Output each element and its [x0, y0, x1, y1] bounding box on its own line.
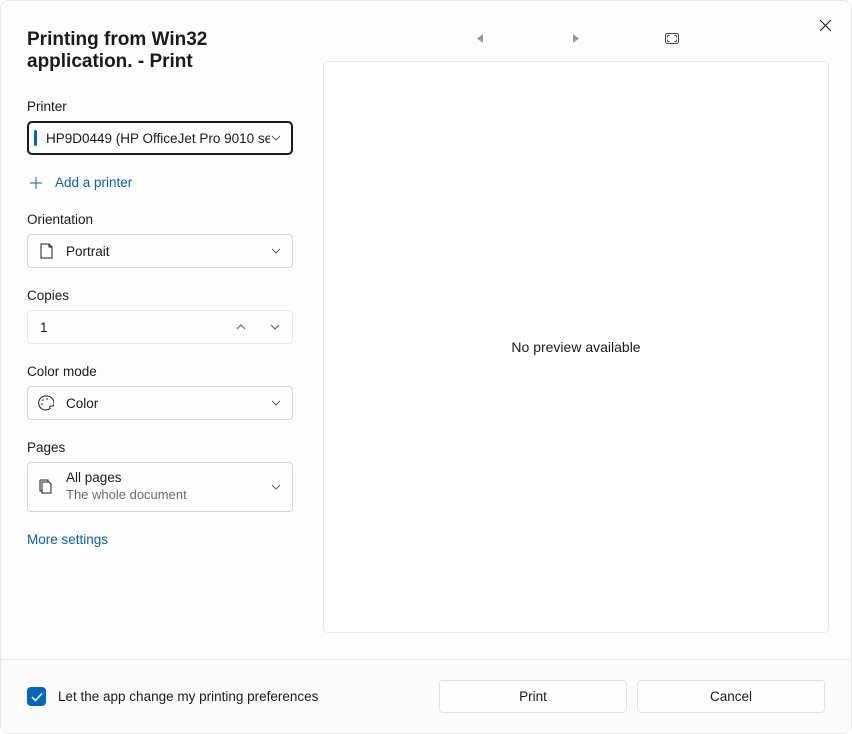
- copies-input[interactable]: 1: [27, 310, 293, 344]
- palette-icon: [38, 395, 54, 411]
- chevron-down-icon: [270, 481, 282, 493]
- orientation-label: Orientation: [27, 212, 293, 227]
- chevron-down-icon: [270, 397, 282, 409]
- preview-fullscreen-button[interactable]: [660, 26, 684, 50]
- print-button[interactable]: Print: [439, 680, 627, 713]
- preferences-checkbox[interactable]: [27, 687, 46, 706]
- add-printer-label: Add a printer: [55, 175, 132, 190]
- printer-section: Printer HP9D0449 (HP OfficeJet Pro 9010 …: [27, 99, 293, 190]
- dialog-footer: Let the app change my printing preferenc…: [1, 659, 851, 733]
- copies-label: Copies: [27, 288, 293, 303]
- close-icon: [819, 19, 832, 32]
- orientation-dropdown[interactable]: Portrait: [27, 234, 293, 268]
- chevron-down-icon: [270, 245, 282, 257]
- color-mode-label: Color mode: [27, 364, 293, 379]
- copies-decrement[interactable]: [258, 311, 292, 343]
- preferences-checkbox-label: Let the app change my printing preferenc…: [58, 689, 318, 704]
- pages-section: Pages All pages The whole document: [27, 440, 293, 512]
- color-mode-section: Color mode Color: [27, 364, 293, 420]
- add-printer-link[interactable]: Add a printer: [27, 175, 293, 190]
- triangle-left-icon: [476, 34, 484, 43]
- pages-icon: [38, 479, 54, 495]
- preferences-checkbox-container: Let the app change my printing preferenc…: [27, 687, 439, 706]
- chevron-down-icon: [270, 324, 280, 330]
- close-button[interactable]: [813, 13, 837, 37]
- preview-prev-button[interactable]: [468, 26, 492, 50]
- preview-panel: No preview available: [319, 1, 851, 659]
- plus-icon: [29, 176, 43, 190]
- triangle-right-icon: [572, 34, 580, 43]
- copies-increment[interactable]: [224, 311, 258, 343]
- cancel-button[interactable]: Cancel: [637, 680, 825, 713]
- color-mode-dropdown[interactable]: Color: [27, 386, 293, 420]
- pages-label: Pages: [27, 440, 293, 455]
- pages-sub: The whole document: [66, 487, 270, 503]
- dialog-body: Printing from Win32 application. - Print…: [1, 1, 851, 659]
- pages-value: All pages: [66, 470, 270, 487]
- orientation-section: Orientation Portrait: [27, 212, 293, 268]
- preview-empty-text: No preview available: [511, 339, 640, 355]
- printer-selected-value: HP9D0449 (HP OfficeJet Pro 9010 se: [46, 131, 270, 146]
- checkmark-icon: [31, 692, 43, 702]
- chevron-up-icon: [236, 324, 246, 330]
- chevron-down-icon: [270, 132, 282, 144]
- footer-buttons: Print Cancel: [439, 680, 825, 713]
- printer-dropdown[interactable]: HP9D0449 (HP OfficeJet Pro 9010 se: [27, 121, 293, 155]
- copies-value: 1: [28, 320, 224, 335]
- pages-dropdown[interactable]: All pages The whole document: [27, 462, 293, 512]
- more-settings-link[interactable]: More settings: [27, 532, 293, 547]
- orientation-value: Portrait: [66, 244, 270, 259]
- preview-next-button[interactable]: [564, 26, 588, 50]
- dialog-title: Printing from Win32 application. - Print: [27, 29, 293, 73]
- copies-section: Copies 1: [27, 288, 293, 344]
- color-mode-value: Color: [66, 396, 270, 411]
- preview-area: No preview available: [323, 61, 829, 633]
- portrait-icon: [38, 243, 54, 259]
- preview-nav: [323, 15, 829, 61]
- settings-panel: Printing from Win32 application. - Print…: [1, 1, 319, 659]
- fullscreen-icon: [665, 33, 679, 44]
- print-dialog: Printing from Win32 application. - Print…: [0, 0, 852, 734]
- printer-label: Printer: [27, 99, 293, 114]
